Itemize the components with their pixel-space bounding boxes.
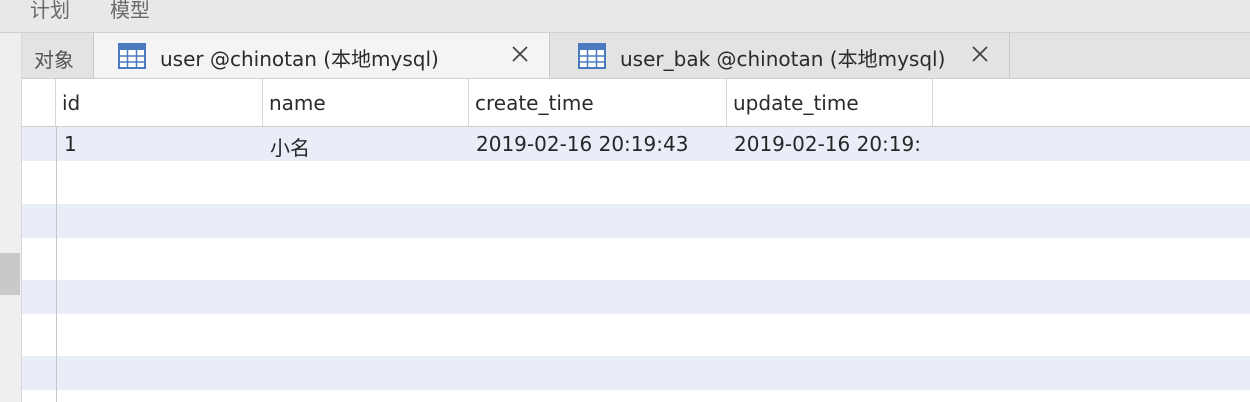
- tab-user-bak[interactable]: user_bak @chinotan (本地mysql): [550, 33, 1010, 78]
- column-header-create-time-label: create_time: [475, 91, 594, 115]
- column-header-id-label: id: [62, 91, 81, 115]
- tab-user-label: user @chinotan (本地mysql): [160, 47, 439, 71]
- menu-item-model[interactable]: 模型: [110, 0, 150, 23]
- column-header-create-time[interactable]: create_time: [469, 79, 727, 126]
- left-gutter: [0, 33, 22, 402]
- menu-bar: 计划 模型: [0, 0, 1250, 33]
- column-header-update-time[interactable]: update_time: [727, 79, 933, 126]
- table-row[interactable]: 1 小名 2019-02-16 20:19:43 2019-02-16 20:1…: [22, 127, 1250, 161]
- table-icon: [578, 43, 606, 69]
- menu-item-plan[interactable]: 计划: [30, 0, 70, 23]
- column-header-name[interactable]: name: [263, 79, 469, 126]
- tab-user-bak-label: user_bak @chinotan (本地mysql): [620, 47, 946, 71]
- data-grid: id name create_time update_time 1 小名 201…: [22, 79, 1250, 402]
- row-gutter-divider: [56, 126, 57, 402]
- gutter-scroll-marker[interactable]: [0, 253, 20, 295]
- column-header-name-label: name: [269, 91, 326, 115]
- cell-create-time[interactable]: 2019-02-16 20:19:43: [476, 132, 721, 156]
- empty-row: [22, 238, 1250, 272]
- empty-row: [22, 161, 1250, 195]
- column-header-update-time-label: update_time: [733, 91, 859, 115]
- empty-row: [22, 314, 1250, 348]
- close-icon[interactable]: [508, 42, 532, 66]
- empty-row: [22, 280, 1250, 314]
- tab-bar: 对象 user @chinotan (本地mysql) user_bak @ch…: [22, 33, 1250, 79]
- cell-update-time[interactable]: 2019-02-16 20:19:: [734, 132, 926, 156]
- cell-id[interactable]: 1: [64, 132, 254, 156]
- cell-name[interactable]: 小名: [270, 132, 460, 161]
- table-icon: [118, 43, 146, 69]
- tab-user[interactable]: user @chinotan (本地mysql): [94, 33, 550, 78]
- close-icon[interactable]: [968, 42, 992, 66]
- tab-objects[interactable]: 对象: [22, 33, 94, 78]
- row-header-corner: [22, 79, 56, 126]
- empty-row: [22, 356, 1250, 390]
- empty-row: [22, 204, 1250, 238]
- column-header-id[interactable]: id: [56, 79, 263, 126]
- tab-objects-label: 对象: [34, 48, 74, 72]
- grid-header: id name create_time update_time: [22, 79, 1250, 127]
